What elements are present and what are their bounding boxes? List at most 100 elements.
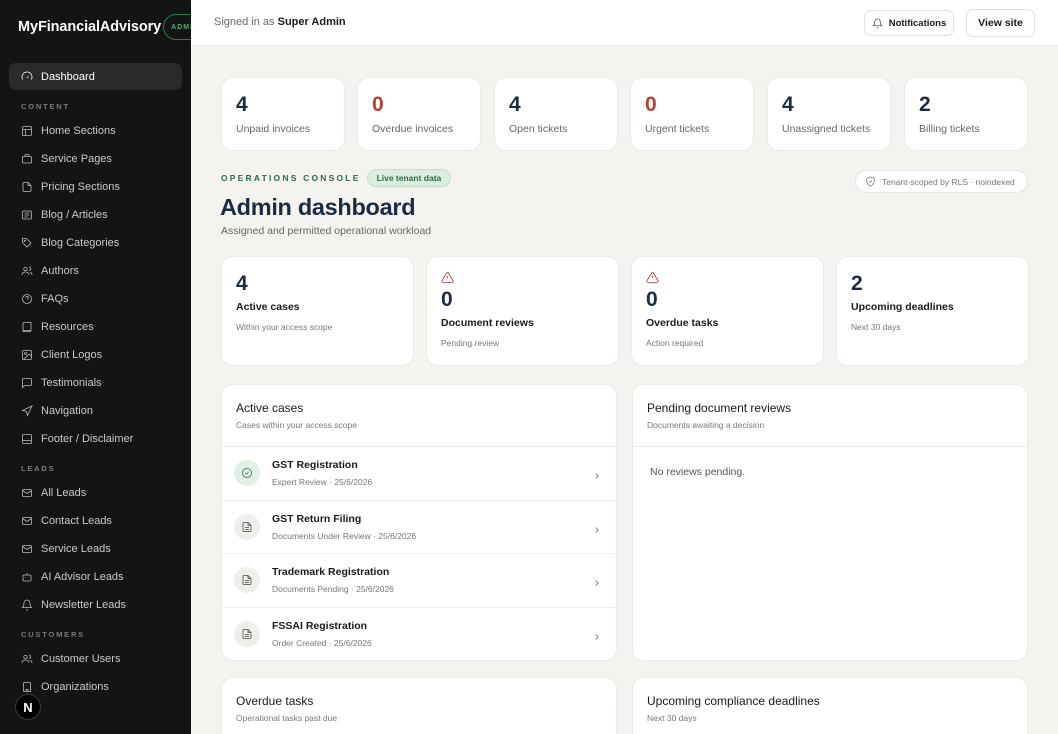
image-icon xyxy=(21,349,33,361)
sidebar-item-customer-users[interactable]: Customer Users xyxy=(9,645,182,672)
notifications-button[interactable]: Notifications xyxy=(864,10,954,36)
sidebar-item-label: Resources xyxy=(41,320,94,333)
newspaper-icon xyxy=(22,210,32,219)
sidebar-item-resources[interactable]: Resources xyxy=(9,313,182,340)
sidebar-item-all-leads[interactable]: All Leads xyxy=(9,479,182,506)
tag-icon xyxy=(22,237,32,248)
sidebar-item-label: Authors xyxy=(41,264,79,277)
topbar: Signed in as Super Admin Notifications V… xyxy=(191,0,1058,46)
kpi-value: 0 xyxy=(646,288,658,311)
bot-icon xyxy=(21,571,33,583)
live-data-badge: Live tenant data xyxy=(366,169,452,187)
page-title: Admin dashboard xyxy=(220,194,416,220)
sidebar-item-contact-leads[interactable]: Contact Leads xyxy=(9,507,182,534)
overdue-tasks-header: Overdue tasks Operational tasks past due xyxy=(222,678,616,734)
image-icon xyxy=(22,349,32,360)
sidebar-item-label: Client Logos xyxy=(41,348,103,361)
kpi-card-upcoming-deadlines[interactable]: 2 Upcoming deadlines Next 30 days xyxy=(836,256,1029,366)
kpi-subtitle: Action required xyxy=(646,338,704,348)
warning-icon xyxy=(646,271,659,284)
active-cases-panel: Active cases Cases within your access sc… xyxy=(221,384,617,661)
sidebar-section-content: CONTENT xyxy=(21,102,70,111)
stat-value: 4 xyxy=(782,93,794,116)
message-icon xyxy=(21,377,33,389)
kpi-card-active-cases[interactable]: 4 Active cases Within your access scope xyxy=(221,256,414,366)
stat-card-unpaid-invoices[interactable]: 4 Unpaid invoices xyxy=(221,77,345,151)
sidebar-item-label: All Leads xyxy=(41,486,87,499)
kpi-card-document-reviews[interactable]: 0 Document reviews Pending review xyxy=(426,256,619,366)
pending-reviews-empty: No reviews pending. xyxy=(650,466,746,478)
pending-reviews-title: Pending document reviews xyxy=(647,401,792,415)
sidebar-item-service-pages[interactable]: Service Pages xyxy=(9,145,182,172)
sidebar-section-leads: LEADS xyxy=(21,464,56,473)
sidebar-item-ai-advisor-leads[interactable]: AI Advisor Leads xyxy=(9,563,182,590)
document-icon xyxy=(242,629,252,640)
sidebar-item-testimonials[interactable]: Testimonials xyxy=(9,369,182,396)
panel-bottom-icon xyxy=(22,433,32,444)
floating-n-badge[interactable]: N xyxy=(15,694,41,720)
briefcase-icon xyxy=(22,153,32,163)
ops-header: OPERATIONS CONSOLE Live tenant data xyxy=(221,169,452,187)
stat-card-overdue-invoices[interactable]: 0 Overdue invoices xyxy=(357,77,481,151)
kpi-value: 2 xyxy=(851,272,863,295)
sidebar-item-blog-categories[interactable]: Blog Categories xyxy=(9,229,182,256)
stat-card-open-tickets[interactable]: 4 Open tickets xyxy=(494,77,618,151)
active-cases-subtitle: Cases within your access scope xyxy=(236,420,357,430)
chevron-right-icon xyxy=(595,580,599,586)
stat-card-unassigned-tickets[interactable]: 4 Unassigned tickets xyxy=(767,77,891,151)
sidebar-item-authors[interactable]: Authors xyxy=(9,257,182,284)
kpi-value: 4 xyxy=(236,272,248,295)
file-icon xyxy=(21,181,33,193)
ops-label: OPERATIONS CONSOLE xyxy=(221,173,361,183)
case-row-trademark-registration[interactable]: Trademark Registration Documents Pending … xyxy=(222,554,616,608)
case-meta: Expert Review · 25/6/2026 xyxy=(272,477,373,488)
sidebar-item-label: Organizations xyxy=(41,680,109,693)
stat-card-billing-tickets[interactable]: 2 Billing tickets xyxy=(904,77,1028,151)
sidebar-item-footer-disclaimer[interactable]: Footer / Disclaimer xyxy=(9,425,182,452)
sidebar-item-service-leads[interactable]: Service Leads xyxy=(9,535,182,562)
notifications-label: Notifications xyxy=(888,17,947,29)
sidebar-item-pricing-sections[interactable]: Pricing Sections xyxy=(9,173,182,200)
case-name: GST Registration xyxy=(272,459,358,472)
case-row-fssai-registration[interactable]: FSSAI Registration Order Created · 25/6/2… xyxy=(222,608,616,661)
view-site-button[interactable]: View site xyxy=(966,9,1035,37)
deadlines-title: Upcoming compliance deadlines xyxy=(647,694,820,708)
mail-icon xyxy=(21,515,33,527)
gauge-icon xyxy=(21,71,33,83)
document-icon xyxy=(234,567,260,594)
sidebar-item-label: Blog Categories xyxy=(41,236,120,249)
case-row-gst-registration[interactable]: GST Registration Expert Review · 25/6/202… xyxy=(222,447,616,501)
overdue-tasks-panel: Overdue tasks Operational tasks past due xyxy=(221,677,617,734)
gauge-icon xyxy=(21,71,33,80)
sidebar-item-label: Blog / Articles xyxy=(41,208,108,221)
stat-value: 0 xyxy=(372,93,384,116)
sidebar-item-faqs[interactable]: FAQs xyxy=(9,285,182,312)
sidebar-item-navigation[interactable]: Navigation xyxy=(9,397,182,424)
sidebar-item-label: FAQs xyxy=(41,292,69,305)
warning-icon xyxy=(441,271,454,284)
sidebar-item-newsletter-leads[interactable]: Newsletter Leads xyxy=(9,591,182,618)
admin-badge: ADMIN xyxy=(163,14,191,40)
mail-icon xyxy=(21,487,33,499)
deadlines-panel: Upcoming compliance deadlines Next 30 da… xyxy=(632,677,1028,734)
kpi-title: Overdue tasks xyxy=(646,317,719,329)
sidebar-item-home-sections[interactable]: Home Sections xyxy=(9,117,182,144)
kpi-subtitle: Next 30 days xyxy=(851,322,901,332)
brand[interactable]: MyFinancialAdvisory ADMIN xyxy=(18,14,191,40)
sidebar-item-blog-articles[interactable]: Blog / Articles xyxy=(9,201,182,228)
stat-card-urgent-tickets[interactable]: 0 Urgent tickets xyxy=(630,77,754,151)
sidebar-item-label: Customer Users xyxy=(41,652,121,665)
case-name: Trademark Registration xyxy=(272,566,390,579)
case-name: GST Return Filing xyxy=(272,512,362,525)
kpi-card-overdue-tasks[interactable]: 0 Overdue tasks Action required xyxy=(631,256,824,366)
mail-icon xyxy=(21,543,33,555)
newspaper-icon xyxy=(21,209,33,221)
stat-value: 0 xyxy=(645,93,657,116)
case-row-gst-return-filing[interactable]: GST Return Filing Documents Under Review … xyxy=(222,501,616,554)
sidebar-item-label: Pricing Sections xyxy=(41,180,120,193)
help-circle-icon xyxy=(21,293,33,305)
sidebar-item-dashboard[interactable]: Dashboard xyxy=(9,63,182,90)
sidebar-item-client-logos[interactable]: Client Logos xyxy=(9,341,182,368)
chevron-right-icon xyxy=(592,575,602,586)
case-name: FSSAI Registration xyxy=(272,620,368,633)
